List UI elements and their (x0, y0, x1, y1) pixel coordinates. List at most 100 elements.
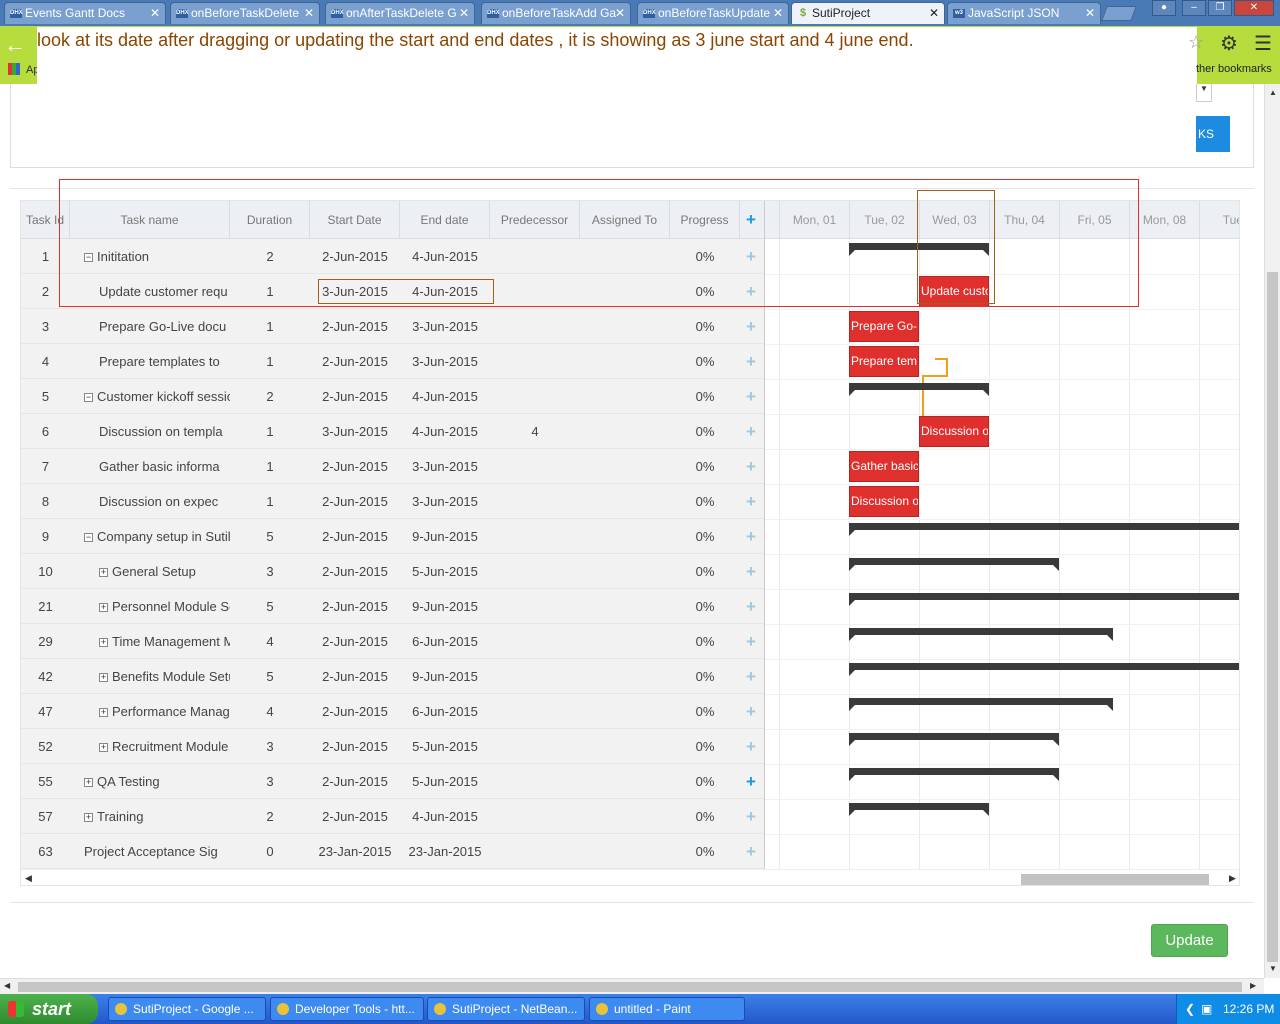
page-horizontal-scrollbar[interactable]: ◀ ▶ (0, 978, 1264, 994)
add-subtask-icon[interactable]: + (746, 563, 756, 580)
task-name[interactable]: + Personnel Module Se (99, 589, 230, 624)
add-subtask-icon[interactable]: + (746, 598, 756, 615)
browser-tab[interactable]: DHX onBeforeTaskUpdate ✕ (637, 2, 789, 24)
expand-icon[interactable]: + (99, 743, 108, 753)
task-name[interactable]: + Training (84, 799, 230, 834)
task-name[interactable]: Project Acceptance Sig (84, 834, 230, 869)
task-name[interactable]: + Time Management M (99, 624, 230, 659)
scroll-left-icon[interactable]: ◀ (25, 873, 32, 884)
scroll-thumb[interactable] (1021, 874, 1209, 885)
table-row[interactable]: 57 + Training 2 2-Jun-2015 4-Jun-2015 0% + (21, 799, 764, 834)
table-row[interactable]: 42 + Benefits Module Setu 5 2-Jun-2015 9-Jun-… (21, 659, 764, 694)
project-summary-bar[interactable] (849, 383, 989, 396)
add-subtask-icon[interactable]: + (746, 353, 756, 370)
task-name[interactable]: + QA Testing (84, 764, 230, 799)
project-summary-bar[interactable] (849, 628, 1113, 641)
scroll-up-icon[interactable]: ▲ (1269, 88, 1277, 97)
scroll-right-icon[interactable]: ▶ (1229, 873, 1236, 884)
task-name[interactable]: + Recruitment Module (99, 729, 230, 764)
start-button[interactable]: start (0, 994, 98, 1024)
table-row[interactable]: 47 + Performance Manage 4 2-Jun-2015 6-Jun-20… (21, 694, 764, 729)
add-subtask-icon[interactable]: + (746, 773, 756, 790)
browser-tab[interactable]: DHX onBeforeTaskAdd Ga ✕ (481, 2, 631, 24)
scroll-down-icon[interactable]: ▼ (1269, 964, 1277, 973)
add-subtask-icon[interactable]: + (746, 318, 756, 335)
expand-icon[interactable]: + (99, 638, 108, 648)
task-name[interactable]: Gather basic informa (99, 449, 230, 484)
task-name[interactable]: − Customer kickoff sessio (84, 379, 230, 414)
add-subtask-icon[interactable]: + (746, 633, 756, 650)
add-subtask-icon[interactable]: + (746, 668, 756, 685)
add-subtask-icon[interactable]: + (746, 843, 756, 860)
other-bookmarks[interactable]: ther bookmarks (1196, 63, 1272, 75)
close-tab-icon[interactable]: ✕ (929, 3, 939, 24)
scroll-thumb[interactable] (1267, 272, 1278, 962)
taskbar-item[interactable]: untitled - Paint (589, 997, 745, 1021)
gantt-horizontal-scrollbar[interactable]: ◀ ▶ (21, 869, 1239, 885)
expand-icon[interactable]: + (99, 568, 108, 578)
add-subtask-icon[interactable]: + (746, 808, 756, 825)
browser-tab[interactable]: DHX onAfterTaskDelete G ✕ (325, 2, 475, 24)
taskbar-item[interactable]: SutiProject - NetBean... (427, 997, 585, 1021)
task-name[interactable]: Prepare Go-Live docu (99, 309, 230, 344)
close-tab-icon[interactable]: ✕ (459, 3, 469, 24)
table-row[interactable]: 8 Discussion on expec 1 2-Jun-2015 3-Jun-201… (21, 484, 764, 519)
table-row[interactable]: 7 Gather basic informa 1 2-Jun-2015 3-Jun-20… (21, 449, 764, 484)
table-row[interactable]: 63 Project Acceptance Sig 0 23-Jan-2015 23-J… (21, 834, 764, 869)
close-window-icon[interactable]: ✕ (1234, 0, 1274, 16)
back-arrow-icon[interactable]: ← (4, 32, 26, 58)
project-summary-bar[interactable] (849, 803, 989, 816)
taskbar-item[interactable]: SutiProject - Google ... (108, 997, 266, 1021)
project-summary-bar[interactable] (849, 593, 1239, 606)
table-row[interactable]: 6 Discussion on templa 1 3-Jun-2015 4-Jun-20… (21, 414, 764, 449)
task-name[interactable]: + Benefits Module Setu (99, 659, 230, 694)
task-name[interactable]: + General Setup (99, 554, 230, 589)
profile-icon[interactable]: ● (1152, 0, 1176, 16)
expand-icon[interactable]: + (99, 673, 108, 683)
bookmark-star-icon[interactable]: ☆ (1188, 32, 1204, 53)
browser-tab[interactable]: DHX Events Gantt Docs ✕ (4, 2, 166, 24)
apps-icon[interactable] (8, 63, 20, 75)
collapse-icon[interactable]: − (84, 393, 93, 403)
task-name[interactable]: Discussion on templa (99, 414, 230, 449)
scroll-right-icon[interactable]: ▶ (1250, 981, 1256, 990)
table-row[interactable]: 10 + General Setup 3 2-Jun-2015 5-Jun-2015 0% + (21, 554, 764, 589)
add-subtask-icon[interactable]: + (746, 423, 756, 440)
collapse-icon[interactable]: − (84, 533, 93, 543)
table-row[interactable]: 21 + Personnel Module Se 5 2-Jun-2015 9-Jun-2… (21, 589, 764, 624)
project-summary-bar[interactable] (849, 523, 1239, 536)
task-bar[interactable]: Discussion o (849, 486, 919, 517)
gear-icon[interactable]: ⚙ (1220, 31, 1238, 56)
close-tab-icon[interactable]: ✕ (304, 3, 314, 24)
close-tab-icon[interactable]: ✕ (615, 3, 625, 24)
project-summary-bar[interactable] (849, 558, 1059, 571)
task-bar[interactable]: Prepare Go- (849, 311, 919, 342)
table-row[interactable]: 9 − Company setup in Sutil 5 2-Jun-2015 9-Jun… (21, 519, 764, 554)
task-name[interactable]: + Performance Manage (99, 694, 230, 729)
add-subtask-icon[interactable]: + (746, 388, 756, 405)
task-bar[interactable]: Gather basic (849, 451, 919, 482)
add-subtask-icon[interactable]: + (746, 458, 756, 475)
minimize-icon[interactable]: – (1182, 0, 1206, 16)
table-row[interactable]: 3 Prepare Go-Live docu 1 2-Jun-2015 3-Jun-20… (21, 309, 764, 344)
browser-tab[interactable]: w3 JavaScript JSON ✕ (947, 2, 1101, 24)
browser-tab[interactable]: $ SutiProject ✕ (791, 2, 945, 24)
close-tab-icon[interactable]: ✕ (1085, 3, 1095, 24)
add-subtask-icon[interactable]: + (746, 493, 756, 510)
add-subtask-icon[interactable]: + (746, 703, 756, 720)
task-name[interactable]: Discussion on expec (99, 484, 230, 519)
table-row[interactable]: 52 + Recruitment Module 3 2-Jun-2015 5-Jun-20… (21, 729, 764, 764)
close-tab-icon[interactable]: ✕ (773, 3, 783, 24)
tray-arrow-icon[interactable]: ❮ (1185, 994, 1195, 1024)
page-vertical-scrollbar[interactable]: ▲ ▼ (1264, 84, 1280, 978)
add-subtask-icon[interactable]: + (746, 528, 756, 545)
project-summary-bar[interactable] (849, 698, 1113, 711)
table-row[interactable]: 5 − Customer kickoff sessio 2 2-Jun-2015 4-Ju… (21, 379, 764, 414)
new-tab-button[interactable] (1101, 6, 1137, 21)
expand-icon[interactable]: + (84, 778, 93, 788)
project-summary-bar[interactable] (849, 768, 1059, 781)
expand-icon[interactable]: + (99, 708, 108, 718)
restore-icon[interactable]: ❐ (1208, 0, 1232, 16)
table-row[interactable]: 4 Prepare templates to 1 2-Jun-2015 3-Jun-20… (21, 344, 764, 379)
panel-action-button[interactable]: KS (1196, 116, 1230, 152)
